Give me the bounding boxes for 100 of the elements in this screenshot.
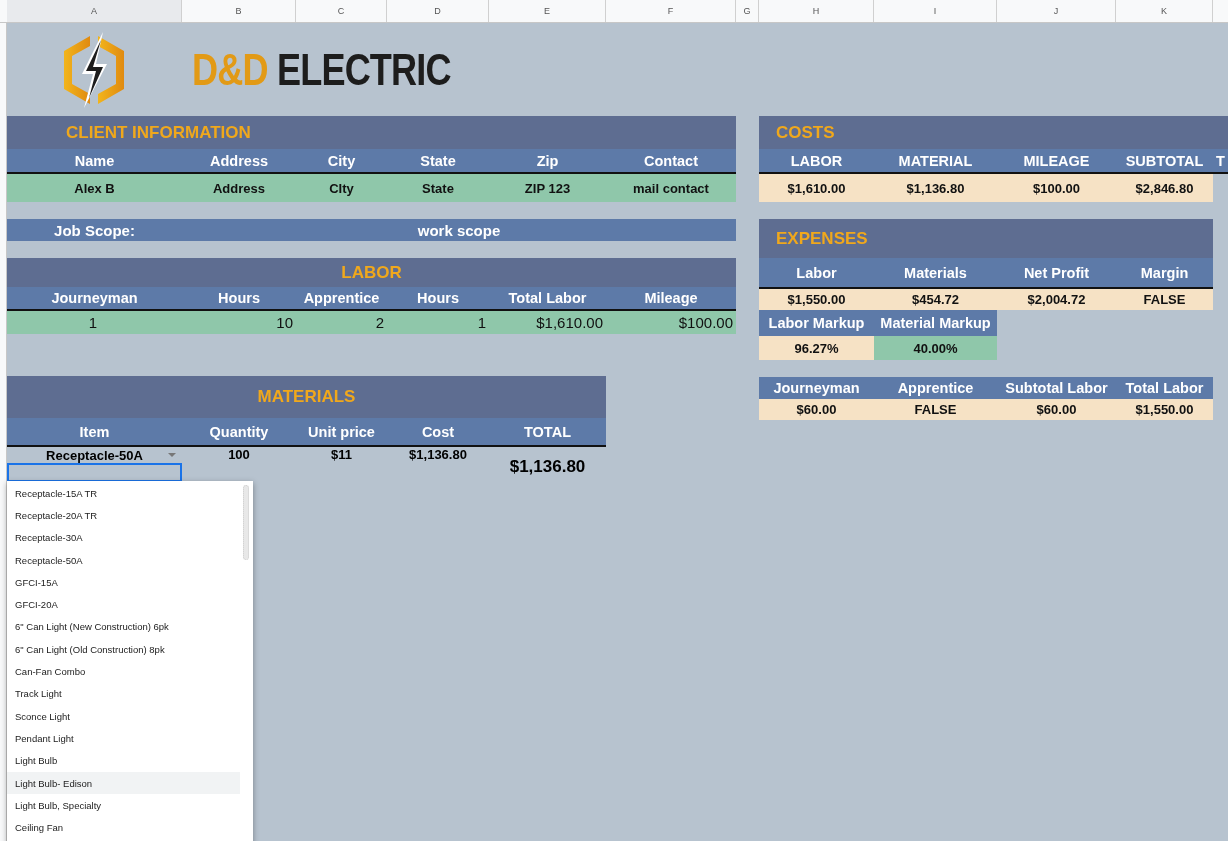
- column-header[interactable]: G: [736, 0, 759, 22]
- table-cell: $60.00: [759, 399, 874, 420]
- column-heading: State: [387, 149, 489, 172]
- column-header[interactable]: C: [296, 0, 387, 22]
- table-cell-text: $11: [330, 447, 353, 463]
- column-heading: Unit price: [296, 418, 387, 445]
- column-heading: MATERIAL: [874, 149, 997, 172]
- column-heading: Hours: [387, 287, 489, 309]
- column-heading: Total Labor: [1116, 377, 1213, 399]
- field-value: work scope: [416, 221, 502, 239]
- column-heading: Journeyman: [7, 287, 182, 309]
- dropdown-caret-icon[interactable]: [168, 453, 176, 457]
- column-heading: City: [296, 149, 387, 172]
- section-title: MATERIALS: [7, 376, 606, 418]
- column-heading: Apprentice: [874, 377, 997, 399]
- dropdown-option[interactable]: Pendant Light: [7, 727, 240, 750]
- table-cell: $100.00: [997, 174, 1116, 202]
- table-cell: 10: [182, 311, 296, 334]
- table-cell: $1,610.00: [759, 174, 874, 202]
- table-cell: 96.27%: [759, 336, 874, 360]
- dropdown-option[interactable]: Receptacle-50A: [7, 548, 240, 572]
- table-cell: FALSE: [1116, 289, 1213, 310]
- column-header[interactable]: K: [1116, 0, 1213, 22]
- column-heading: Journeyman: [759, 377, 874, 399]
- column-heading: Item: [7, 418, 182, 445]
- column-header[interactable]: H: [759, 0, 874, 22]
- table-cell-text: $1,136.80: [408, 447, 468, 463]
- column-header[interactable]: I: [874, 0, 997, 22]
- column-heading: SUBTOTAL: [1116, 149, 1213, 172]
- column-heading: Quantity: [182, 418, 296, 445]
- company-logo-text: D&D ELECTRIC: [192, 44, 451, 95]
- table-cell: $454.72: [874, 289, 997, 310]
- section-title: COSTS: [759, 116, 1228, 149]
- column-header[interactable]: D: [387, 0, 489, 22]
- table-cell: State: [387, 174, 489, 202]
- column-heading: Labor Markup: [759, 310, 874, 336]
- dropdown-option[interactable]: Can-Fan Combo: [7, 660, 240, 683]
- column-heading: Hours: [182, 287, 296, 309]
- table-cell: ZIP 123: [489, 174, 606, 202]
- scrollbar-thumb[interactable]: [243, 485, 249, 560]
- column-heading: Zip: [489, 149, 606, 172]
- dropdown-option[interactable]: GFCI-20A: [7, 593, 240, 616]
- dropdown-option[interactable]: Track Light: [7, 682, 240, 705]
- dropdown-option[interactable]: 6" Can Light (Old Construction) 8pk: [7, 638, 240, 661]
- table-cell: CIty: [296, 174, 387, 202]
- table-cell: 1: [387, 311, 489, 334]
- dropdown-option[interactable]: Sconce Light: [7, 704, 240, 728]
- column-heading: TOTAL: [489, 418, 606, 445]
- item-dropdown-cell[interactable]: Receptacle-50A: [7, 447, 182, 463]
- table-cell: Address: [182, 174, 296, 202]
- table-cell: FALSE: [874, 399, 997, 420]
- section-title: CLIENT INFORMATION: [7, 116, 736, 149]
- column-heading: Contact: [606, 149, 736, 172]
- table-cell: $1,550.00: [1116, 399, 1213, 420]
- table-cell: $100.00: [606, 311, 736, 334]
- column-header[interactable]: B: [182, 0, 296, 22]
- dropdown-option[interactable]: Light Bulb, Specialty: [7, 794, 240, 817]
- materials-total: $1,136.80: [508, 455, 587, 478]
- column-heading: Material Markup: [874, 310, 997, 336]
- dropdown-option[interactable]: Receptacle-15A TR: [7, 482, 240, 505]
- column-heading: Apprentice: [296, 287, 387, 309]
- table-cell: $2,004.72: [997, 289, 1116, 310]
- dropdown-option[interactable]: GFCI-15A: [7, 571, 240, 594]
- dropdown-option[interactable]: Light Bulb: [7, 749, 240, 772]
- column-heading: Name: [7, 149, 182, 172]
- column-heading: MILEAGE: [997, 149, 1116, 172]
- column-header[interactable]: J: [997, 0, 1116, 22]
- column-heading: Total Labor: [489, 287, 606, 309]
- dropdown-option[interactable]: 6" Can Light (New Construction) 6pk: [7, 615, 240, 639]
- section-title: EXPENSES: [759, 219, 1213, 258]
- table-cell: 40.00%: [874, 336, 997, 360]
- dropdown-option[interactable]: Ceiling Fan: [7, 816, 240, 839]
- column-heading: Labor: [759, 258, 874, 287]
- table-cell: 2: [296, 311, 387, 334]
- column-heading: Mileage: [606, 287, 736, 309]
- column-heading: Subtotal Labor: [997, 377, 1116, 399]
- table-cell: $1,136.80: [874, 174, 997, 202]
- dropdown-option[interactable]: Light Bulb- Edison: [7, 771, 240, 795]
- column-heading: Address: [182, 149, 296, 172]
- column-heading: Margin: [1116, 258, 1213, 287]
- column-header[interactable]: F: [606, 0, 736, 22]
- column-header[interactable]: A: [7, 0, 182, 22]
- column-heading: Materials: [874, 258, 997, 287]
- table-cell: $60.00: [997, 399, 1116, 420]
- table-cell: Alex B: [7, 174, 182, 202]
- table-cell-text: 100: [227, 447, 251, 463]
- column-heading: Net Profit: [997, 258, 1116, 287]
- table-cell: mail contact: [606, 174, 736, 202]
- column-heading: LABOR: [759, 149, 874, 172]
- column-header[interactable]: E: [489, 0, 606, 22]
- table-cell: $1,610.00: [489, 311, 606, 334]
- column-heading: Cost: [387, 418, 489, 445]
- section-title: LABOR: [7, 258, 736, 287]
- dropdown-option[interactable]: Receptacle-20A TR: [7, 504, 240, 527]
- table-cell: $1,550.00: [759, 289, 874, 310]
- field-label: Job Scope:: [53, 221, 136, 239]
- table-cell: $2,846.80: [1116, 174, 1213, 202]
- table-cell: 1: [7, 311, 182, 334]
- column-heading: T: [1213, 149, 1228, 172]
- dropdown-option[interactable]: Receptacle-30A: [7, 526, 240, 549]
